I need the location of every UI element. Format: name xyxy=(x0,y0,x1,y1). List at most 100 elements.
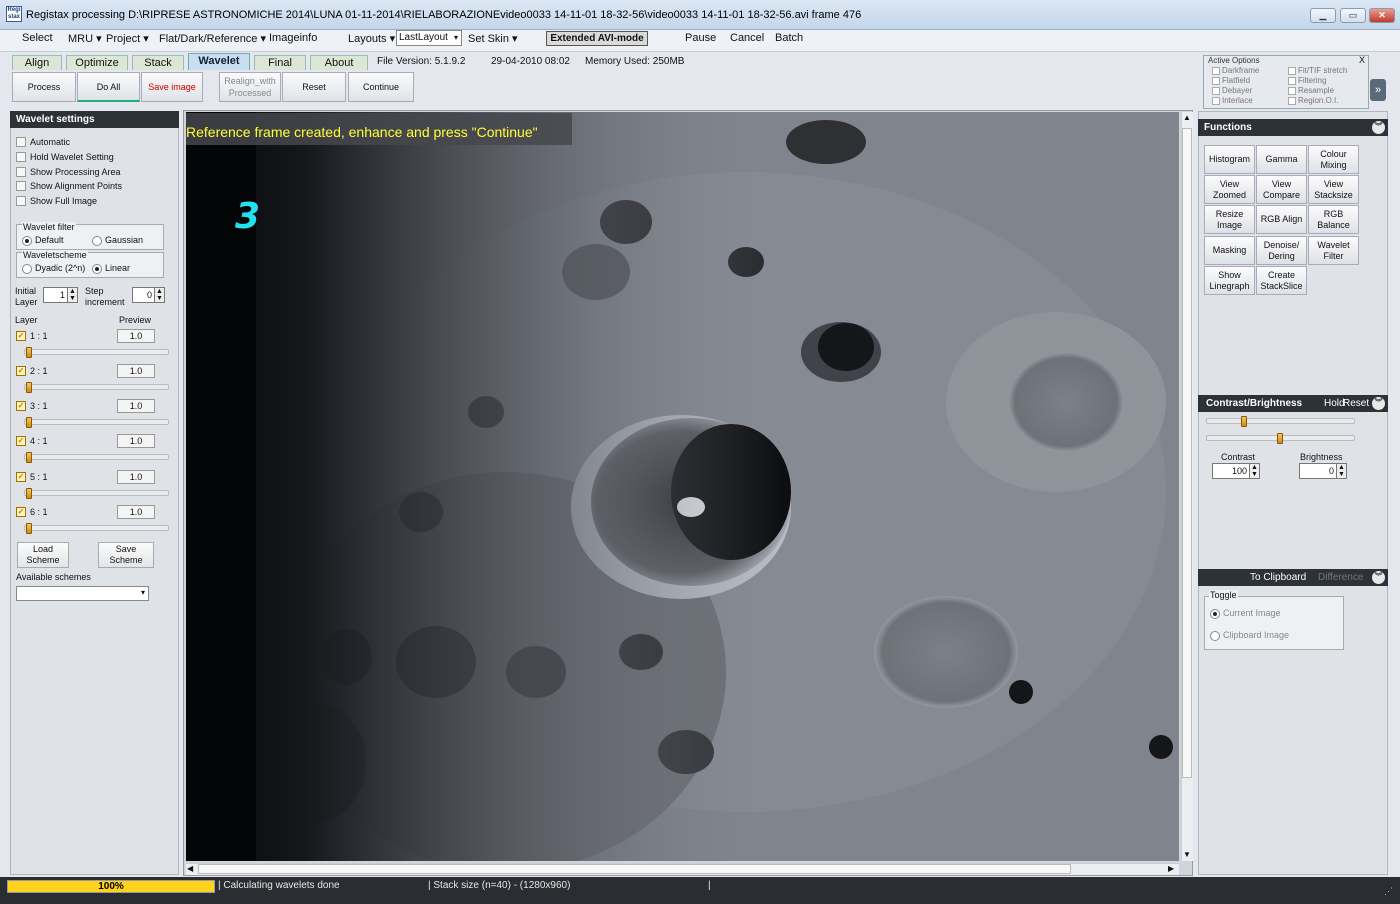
save-scheme-button[interactable]: Save Scheme xyxy=(98,542,154,568)
do-all-button[interactable]: Do All xyxy=(77,72,140,102)
layer-1-preview-value[interactable]: 1.0 xyxy=(117,329,155,343)
clipboard-image-radio[interactable]: Clipboard Image xyxy=(1210,630,1289,641)
expand-options-icon[interactable]: » xyxy=(1370,79,1386,101)
menu-set-skin[interactable]: Set Skin ▾ xyxy=(468,32,518,45)
hold-link[interactable]: Hold xyxy=(1324,395,1345,412)
scroll-down-icon[interactable]: ▼ xyxy=(1183,850,1191,859)
wavelet-filter-button[interactable]: Wavelet Filter xyxy=(1308,236,1359,265)
show-full-image-checkbox[interactable]: Show Full Image xyxy=(16,196,97,206)
layer-1-checkbox[interactable]: ✓ 1 : 1 xyxy=(16,331,48,341)
continue-button[interactable]: Continue xyxy=(348,72,414,102)
minimize-icon[interactable]: ▁ xyxy=(1310,8,1336,23)
lunar-image[interactable] xyxy=(186,112,1179,861)
filter-gaussian-radio[interactable]: Gaussian xyxy=(92,235,143,246)
hold-wavelet-setting-checkbox[interactable]: Hold Wavelet Setting xyxy=(16,152,114,162)
initial-layer-spinner[interactable]: 1 ▲ ▼ xyxy=(43,287,78,303)
layer-3-slider-knob[interactable] xyxy=(26,417,32,428)
step-increment-spinner[interactable]: 0 ▲ ▼ xyxy=(132,287,165,303)
option-resample[interactable]: Resample xyxy=(1288,86,1334,95)
tab-final[interactable]: Final xyxy=(254,55,306,70)
layer-2-slider-knob[interactable] xyxy=(26,382,32,393)
close-icon[interactable]: ✕ xyxy=(1369,8,1395,23)
reset-button[interactable]: Reset xyxy=(282,72,346,102)
scroll-up-icon[interactable]: ▲ xyxy=(1183,113,1191,122)
load-scheme-button[interactable]: Load Scheme xyxy=(17,542,69,568)
spinner-arrows-icon[interactable]: ▲ ▼ xyxy=(154,288,164,302)
menu-pause[interactable]: Pause xyxy=(685,32,716,44)
collapse-icon[interactable]: ︾ xyxy=(1372,571,1385,584)
tab-wavelet[interactable]: Wavelet xyxy=(188,53,250,70)
view-stacksize-button[interactable]: View Stacksize xyxy=(1308,175,1359,204)
layer-1-slider-knob[interactable] xyxy=(26,347,32,358)
layer-6-slider-knob[interactable] xyxy=(26,523,32,534)
brightness-spinner[interactable]: 0 ▲ ▼ xyxy=(1299,463,1347,479)
colour-mixing-button[interactable]: Colour Mixing xyxy=(1308,145,1359,174)
extended-avi-mode-button[interactable]: Extended AVI-mode xyxy=(546,31,648,46)
create-stackslice-button[interactable]: Create StackSlice xyxy=(1256,266,1307,295)
current-image-radio[interactable]: Current Image xyxy=(1210,608,1281,619)
option-region-oi[interactable]: Region.O.I. xyxy=(1288,96,1338,105)
to-clipboard-link[interactable]: To Clipboard xyxy=(1250,569,1306,586)
layer-4-slider[interactable] xyxy=(24,454,169,460)
layer-6-preview-value[interactable]: 1.0 xyxy=(117,505,155,519)
layer-2-preview-value[interactable]: 1.0 xyxy=(117,364,155,378)
option-flatfield[interactable]: Flatfield xyxy=(1212,76,1250,85)
layer-4-preview-value[interactable]: 1.0 xyxy=(117,434,155,448)
option-darkframe[interactable]: Darkframe xyxy=(1212,66,1259,75)
show-alignment-points-checkbox[interactable]: Show Alignment Points xyxy=(16,181,122,191)
menu-flat-dark-reference[interactable]: Flat/Dark/Reference ▾ xyxy=(159,32,266,45)
contrast-slider[interactable] xyxy=(1206,418,1355,424)
layer-3-preview-value[interactable]: 1.0 xyxy=(117,399,155,413)
tab-optimize[interactable]: Optimize xyxy=(66,55,128,70)
rgb-balance-button[interactable]: RGB Balance xyxy=(1308,205,1359,234)
menu-layouts[interactable]: Layouts ▾ xyxy=(348,32,395,45)
menu-project[interactable]: Project ▾ xyxy=(106,32,149,45)
layer-2-checkbox[interactable]: ✓ 2 : 1 xyxy=(16,366,48,376)
option-fit-tif-stretch[interactable]: Fit/TIF stretch xyxy=(1288,66,1347,75)
denoise-dering-button[interactable]: Denoise/ Dering xyxy=(1256,236,1307,265)
close-icon[interactable]: X xyxy=(1359,55,1365,65)
layer-6-slider[interactable] xyxy=(24,525,169,531)
tab-stack[interactable]: Stack xyxy=(132,55,184,70)
option-interlace[interactable]: Interlace xyxy=(1212,96,1253,105)
vertical-scroll-thumb[interactable] xyxy=(1182,128,1192,778)
layer-3-checkbox[interactable]: ✓ 3 : 1 xyxy=(16,401,48,411)
gamma-button[interactable]: Gamma xyxy=(1256,145,1307,174)
realign-with-processed-button[interactable]: Realign_with Processed xyxy=(219,72,281,102)
filter-default-radio[interactable]: Default xyxy=(22,235,64,246)
layer-4-slider-knob[interactable] xyxy=(26,452,32,463)
difference-link[interactable]: Difference xyxy=(1318,569,1363,586)
layer-4-checkbox[interactable]: ✓ 4 : 1 xyxy=(16,436,48,446)
show-linegraph-button[interactable]: Show Linegraph xyxy=(1204,266,1255,295)
collapse-icon[interactable]: ︾ xyxy=(1372,121,1385,134)
menu-cancel[interactable]: Cancel xyxy=(730,32,764,44)
resize-image-button[interactable]: Resize Image xyxy=(1204,205,1255,234)
layer-5-preview-value[interactable]: 1.0 xyxy=(117,470,155,484)
maximize-icon[interactable]: ▭ xyxy=(1340,8,1366,23)
layer-5-slider[interactable] xyxy=(24,490,169,496)
scroll-left-icon[interactable]: ◀ xyxy=(187,864,193,873)
collapse-icon[interactable]: ︾ xyxy=(1372,397,1385,410)
process-button[interactable]: Process xyxy=(12,72,76,102)
spinner-arrows-icon[interactable]: ▲ ▼ xyxy=(1249,464,1259,478)
show-processing-area-checkbox[interactable]: Show Processing Area xyxy=(16,167,121,177)
spinner-arrows-icon[interactable]: ▲ ▼ xyxy=(1336,464,1346,478)
layer-6-checkbox[interactable]: ✓ 6 : 1 xyxy=(16,507,48,517)
horizontal-scroll-thumb[interactable] xyxy=(198,864,1071,874)
contrast-slider-knob[interactable] xyxy=(1241,416,1247,427)
automatic-checkbox[interactable]: Automatic xyxy=(16,137,70,147)
layer-2-slider[interactable] xyxy=(24,384,169,390)
scheme-linear-radio[interactable]: Linear xyxy=(92,263,130,274)
layer-5-slider-knob[interactable] xyxy=(26,488,32,499)
brightness-slider-knob[interactable] xyxy=(1277,433,1283,444)
spinner-arrows-icon[interactable]: ▲ ▼ xyxy=(67,288,77,302)
menu-imageinfo[interactable]: Imageinfo xyxy=(269,32,317,44)
view-zoomed-button[interactable]: View Zoomed xyxy=(1204,175,1255,204)
option-debayer[interactable]: Debayer xyxy=(1212,86,1252,95)
tab-align[interactable]: Align xyxy=(12,55,62,70)
contrast-spinner[interactable]: 100 ▲ ▼ xyxy=(1212,463,1260,479)
layout-select[interactable]: LastLayout ▾ xyxy=(396,30,462,46)
rgb-align-button[interactable]: RGB Align xyxy=(1256,205,1307,234)
save-image-button[interactable]: Save image xyxy=(141,72,203,102)
layer-5-checkbox[interactable]: ✓ 5 : 1 xyxy=(16,472,48,482)
